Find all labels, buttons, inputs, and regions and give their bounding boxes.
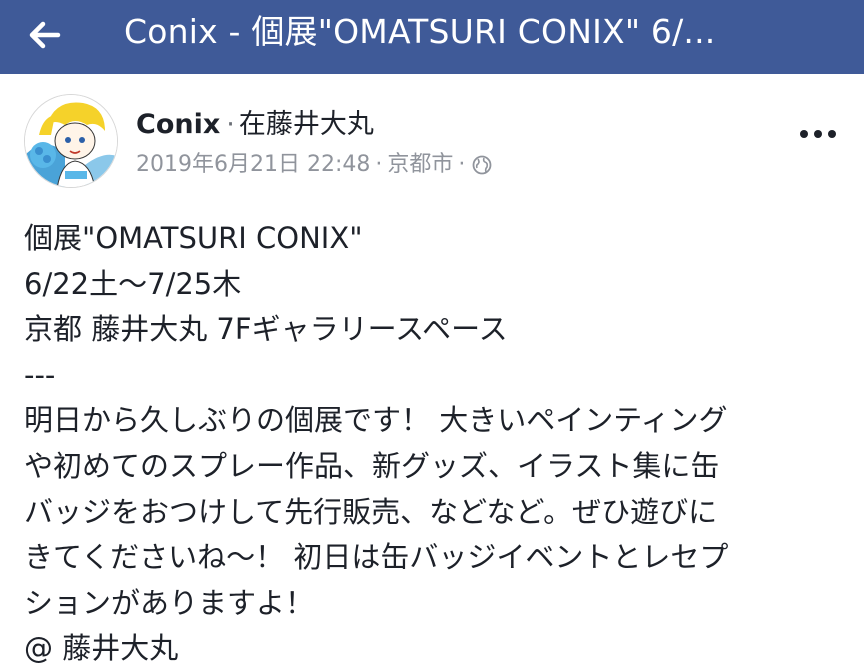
globe-icon <box>472 155 492 175</box>
more-horizontal-icon <box>800 130 836 138</box>
arrow-left-icon <box>29 21 61 49</box>
post-text-line: バッジをおつけして先行販売、などなど。ぜひ遊びに <box>24 494 718 529</box>
avatar-illustration <box>25 95 117 187</box>
post-text-line: ションがありますよ！ <box>24 585 315 620</box>
location-label[interactable]: 在藤井大丸 <box>239 109 374 140</box>
city-label[interactable]: 京都市 <box>387 150 453 180</box>
top-app-bar: Conix - 個展"OMATSURI CONIX" 6/... <box>0 0 864 74</box>
back-button[interactable] <box>24 14 66 56</box>
post-text-line: きてくださいね～！ 初日は缶バッジイベントとレセプ <box>24 540 729 575</box>
post-meta: 2019年6月21日 22:48 · 京都市 · <box>136 150 492 180</box>
separator: · <box>226 109 235 140</box>
post-text-line: 6/22土～7/25木 <box>24 266 242 301</box>
post-text-line: 京都 藤井大丸 7Fギャラリースペース <box>24 312 508 347</box>
post-text-line: --- <box>24 357 56 392</box>
post-text-line: 明日から久しぶりの個展です！ 大きいペインティング <box>24 403 728 438</box>
meta-separator: · <box>375 152 383 177</box>
post-body: 個展"OMATSURI CONIX" 6/22土～7/25木 京都 藤井大丸 7… <box>24 216 844 672</box>
author-line: Conix · 在藤井大丸 <box>136 108 374 142</box>
page-title: Conix - 個展"OMATSURI CONIX" 6/... <box>124 12 716 51</box>
post-text-line: や初めてのスプレー作品、新グッズ、イラスト集に缶 <box>24 448 720 483</box>
timestamp[interactable]: 2019年6月21日 22:48 <box>136 150 370 180</box>
post-header: Conix · 在藤井大丸 2019年6月21日 22:48 · 京都市 · <box>0 94 864 194</box>
mention-link[interactable]: @ 藤井大丸 <box>24 626 844 672</box>
more-options-button[interactable] <box>796 122 840 146</box>
author-name[interactable]: Conix <box>136 109 220 140</box>
avatar[interactable] <box>24 94 118 188</box>
post-text-line: 個展"OMATSURI CONIX" <box>24 221 363 255</box>
meta-separator-2: · <box>458 152 466 177</box>
